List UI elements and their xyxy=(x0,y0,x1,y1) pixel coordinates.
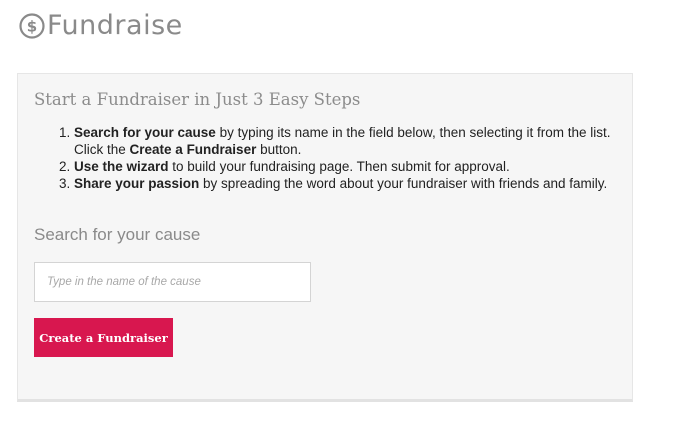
create-fundraiser-button[interactable]: Create a Fundraiser xyxy=(34,318,173,357)
step-bold: Use the wizard xyxy=(74,159,169,174)
cause-search-input[interactable] xyxy=(34,262,311,302)
start-fundraiser-panel: Start a Fundraiser in Just 3 Easy Steps … xyxy=(17,73,633,402)
step-bold: Create a Fundraiser xyxy=(129,142,257,157)
panel-title: Start a Fundraiser in Just 3 Easy Steps xyxy=(34,90,361,109)
step-text: by spreading the word about your fundrai… xyxy=(199,176,608,191)
step-bold: Share your passion xyxy=(74,176,200,191)
step-bold: Search for your cause xyxy=(74,125,216,140)
step-item: Use the wizard to build your fundraising… xyxy=(74,158,620,175)
step-item: Share your passion by spreading the word… xyxy=(74,175,620,192)
step-text: to build your fundraising page. Then sub… xyxy=(168,159,510,174)
step-text: button. xyxy=(256,142,302,157)
dollar-circle-icon: $ xyxy=(18,12,46,40)
site-header: $ Fundraise xyxy=(18,8,183,44)
search-heading: Search for your cause xyxy=(34,225,201,244)
steps-list: Search for your cause by typing its name… xyxy=(35,124,620,192)
svg-text:$: $ xyxy=(27,18,37,36)
step-item: Search for your cause by typing its name… xyxy=(74,124,620,158)
logo-text: Fundraise xyxy=(47,10,183,41)
